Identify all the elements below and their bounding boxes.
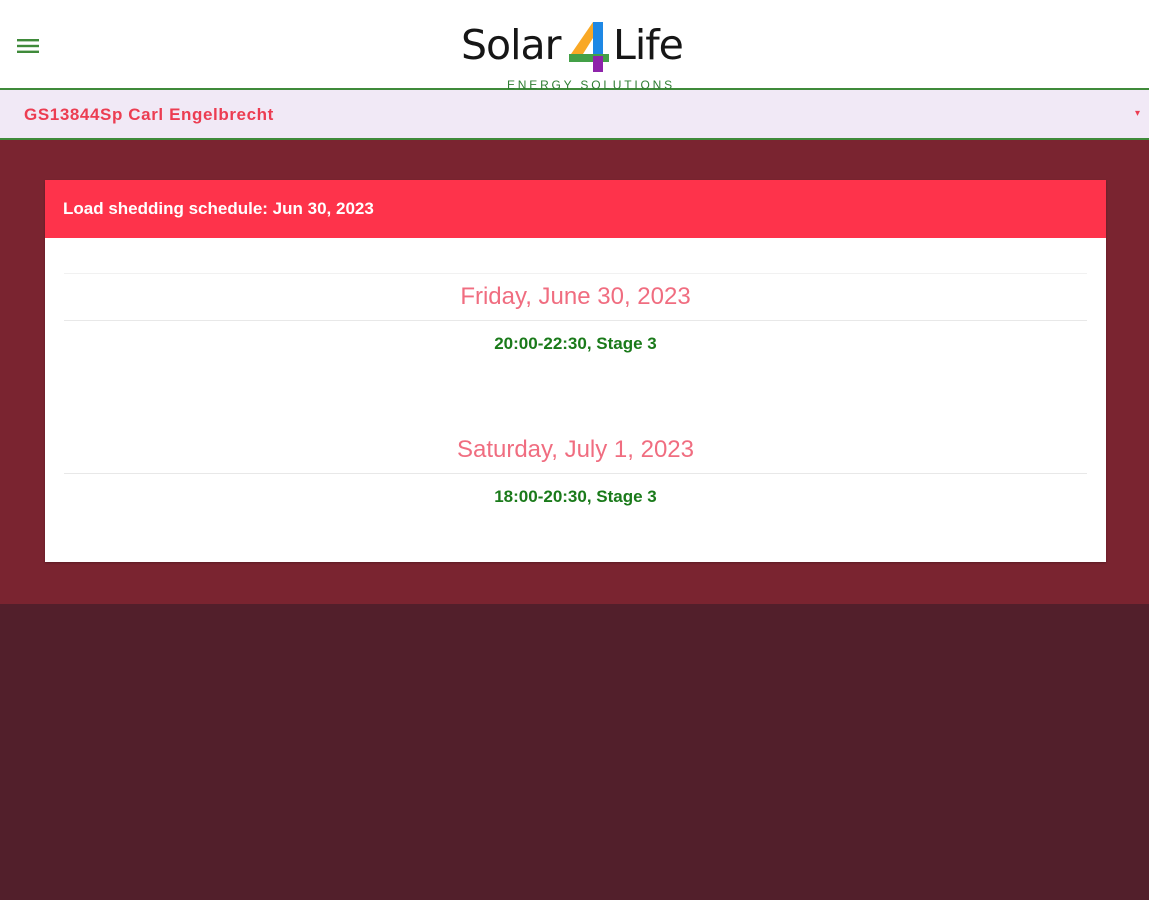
schedule-day: Saturday, July 1, 2023 18:00-20:30, Stag… xyxy=(64,426,1087,507)
schedule-slot: 18:00-20:30, Stage 3 xyxy=(494,487,657,506)
chevron-down-icon[interactable]: ▾ xyxy=(1135,108,1140,119)
hamburger-menu-icon[interactable] xyxy=(12,33,44,59)
site-selector-label: GS13844Sp Carl Engelbrecht xyxy=(24,105,274,124)
logo-word-life: Life xyxy=(613,21,684,69)
schedule-day-date: Friday, June 30, 2023 xyxy=(64,273,1087,321)
schedule-slot: 20:00-22:30, Stage 3 xyxy=(494,334,657,353)
site-selector[interactable]: GS13844Sp Carl Engelbrecht ▾ xyxy=(0,90,1149,140)
main-content: Load shedding schedule: Jun 30, 2023 Fri… xyxy=(0,140,1149,604)
schedule-card-title: Load shedding schedule: Jun 30, 2023 xyxy=(45,180,1106,238)
solar4life-logo: Solar Life ENERGY SOLUTIONS xyxy=(455,14,695,92)
logo-word-solar: Solar xyxy=(461,21,561,69)
schedule-card: Load shedding schedule: Jun 30, 2023 Fri… xyxy=(45,180,1106,562)
app-header: Solar Life ENERGY SOLUTIONS xyxy=(0,0,1149,92)
logo-four-mark xyxy=(569,22,609,72)
schedule-day-date: Saturday, July 1, 2023 xyxy=(64,426,1087,474)
schedule-day: Friday, June 30, 2023 20:00-22:30, Stage… xyxy=(64,273,1087,354)
